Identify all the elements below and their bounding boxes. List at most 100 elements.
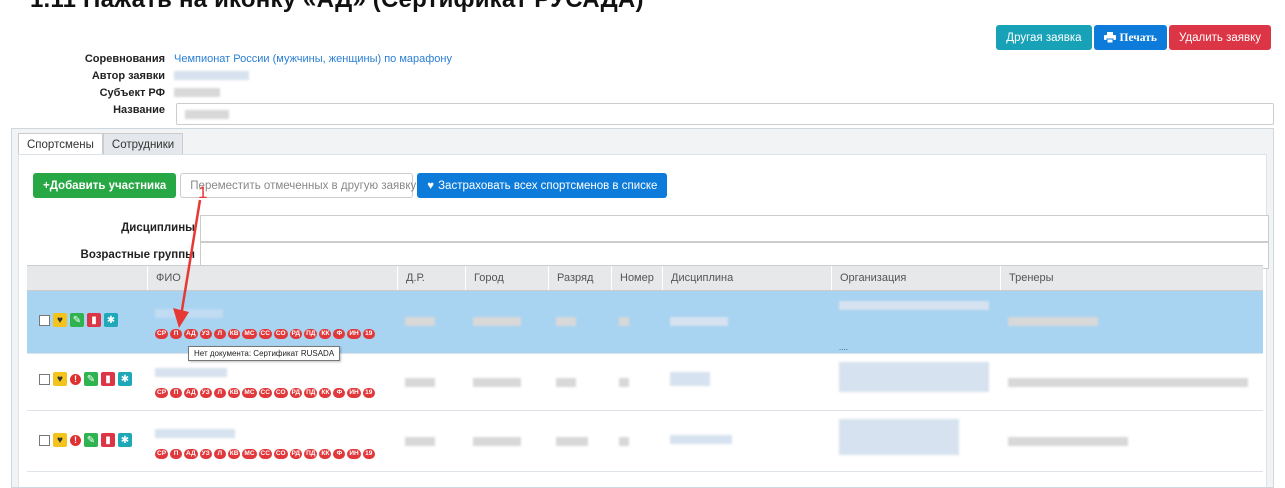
doc-badge-ad[interactable]: АД (184, 449, 198, 459)
doc-badge-19[interactable]: 19 (362, 449, 375, 459)
table-row[interactable]: ♥ ! ✎ ▮ ✱ СР П АД УЗ Л КВ МС СС СО РД ПД… (27, 354, 1263, 411)
insure-all-button[interactable]: ♥ Застраховать всех спортсменов в списке (417, 173, 668, 198)
doc-badge-l[interactable]: Л (213, 329, 226, 339)
runner-icon[interactable]: ✱ (118, 372, 132, 386)
doc-badge-19[interactable]: 19 (362, 388, 375, 398)
row-checkbox[interactable] (39, 434, 50, 446)
dob-blurred (405, 437, 435, 446)
edit-icon[interactable]: ✎ (70, 313, 84, 327)
col-discipline[interactable]: Дисциплина (662, 266, 831, 290)
athlete-name-blurred[interactable] (155, 368, 227, 377)
city-blurred (473, 317, 521, 326)
doc-badge-l[interactable]: Л (213, 388, 226, 398)
doc-badge-ms[interactable]: МС (242, 449, 257, 459)
col-number[interactable]: Номер (611, 266, 662, 290)
rank-blurred (556, 437, 588, 446)
table-row[interactable]: ♥ ! ✎ ▮ ✱ СР П АД УЗ Л КВ МС СС СО РД ПД… (27, 411, 1263, 472)
doc-badge-so[interactable]: СО (273, 329, 288, 339)
doc-badge-f[interactable]: Ф (333, 329, 346, 339)
tab-bar: Спортсмены Сотрудники (12, 133, 184, 155)
doc-badge-kk[interactable]: КК (319, 449, 332, 459)
number-blurred (619, 317, 629, 326)
move-selected-button[interactable]: Переместить отмеченных в другую заявку (180, 173, 416, 198)
document-badges: СР П АД УЗ Л КВ МС СС СО РД ПД КК Ф ИН 1… (155, 388, 389, 398)
print-button[interactable]: Печать (1093, 25, 1167, 50)
doc-badge-sr[interactable]: СР (155, 329, 169, 339)
doc-badge-so[interactable]: СО (273, 388, 288, 398)
athlete-name-blurred[interactable] (155, 429, 235, 438)
edit-icon[interactable]: ✎ (84, 433, 98, 447)
competition-link[interactable]: Чемпионат России (мужчины, женщины) по м… (174, 53, 452, 65)
doc-badge-so[interactable]: СО (273, 449, 288, 459)
doc-badge-kv[interactable]: КВ (227, 388, 241, 398)
delete-icon[interactable]: ▮ (101, 372, 115, 386)
doc-badge-ms[interactable]: МС (242, 388, 257, 398)
request-name-field[interactable] (176, 103, 1274, 125)
doc-badge-kv[interactable]: КВ (227, 449, 241, 459)
table-header: ФИО Д.Р. Город Разряд Номер Дисциплина О… (27, 265, 1263, 291)
add-participant-button[interactable]: +Добавить участника (33, 173, 177, 198)
doc-badge-ad[interactable]: АД (184, 329, 198, 339)
doc-badge-rd[interactable]: РД (289, 329, 303, 339)
competition-label: Соревнования (84, 52, 165, 65)
edit-icon[interactable]: ✎ (84, 372, 98, 386)
doc-badge-ss[interactable]: СС (258, 449, 272, 459)
doc-badge-p[interactable]: П (170, 388, 183, 398)
author-label: Автор заявки (91, 69, 165, 82)
col-rank[interactable]: Разряд (548, 266, 611, 290)
doc-badge-uz[interactable]: УЗ (199, 449, 212, 459)
runner-icon[interactable]: ✱ (118, 433, 132, 447)
doc-badge-in[interactable]: ИН (347, 329, 361, 339)
col-coaches[interactable]: Тренеры (1000, 266, 1263, 290)
doc-badge-p[interactable]: П (170, 449, 183, 459)
doc-badge-p[interactable]: П (170, 329, 183, 339)
number-blurred (619, 378, 629, 387)
insurance-icon[interactable]: ♥ (53, 372, 67, 386)
col-organization[interactable]: Организация (831, 266, 1000, 290)
runner-icon[interactable]: ✱ (104, 313, 118, 327)
doc-badge-ad[interactable]: АД (184, 388, 198, 398)
doc-badge-kk[interactable]: КК (319, 329, 332, 339)
doc-badge-kk[interactable]: КК (319, 388, 332, 398)
row-checkbox[interactable] (39, 314, 50, 326)
doc-badge-in[interactable]: ИН (347, 388, 361, 398)
doc-badge-pd[interactable]: ПД (304, 449, 318, 459)
doc-badge-ss[interactable]: СС (258, 329, 272, 339)
doc-badge-f[interactable]: Ф (333, 388, 346, 398)
doc-badge-uz[interactable]: УЗ (199, 329, 212, 339)
col-dob[interactable]: Д.Р. (397, 266, 465, 290)
insurance-icon[interactable]: ♥ (53, 433, 67, 447)
table-row[interactable]: ♥ ✎ ▮ ✱ СР П АД УЗ Л КВ МС СС СО РД ПД К… (27, 291, 1263, 354)
col-city[interactable]: Город (465, 266, 548, 290)
delete-request-button[interactable]: Удалить заявку (1168, 25, 1271, 50)
disciplines-input[interactable] (200, 214, 1269, 242)
delete-icon[interactable]: ▮ (101, 433, 115, 447)
doc-badge-pd[interactable]: ПД (304, 388, 318, 398)
doc-badge-sr[interactable]: СР (155, 449, 169, 459)
doc-badge-uz[interactable]: УЗ (199, 388, 212, 398)
doc-badge-l[interactable]: Л (213, 449, 226, 459)
other-request-button[interactable]: Другая заявка (996, 25, 1092, 50)
doc-badge-kv[interactable]: КВ (227, 329, 241, 339)
organization-note: .... (839, 343, 848, 352)
tab-athletes[interactable]: Спортсмены (18, 133, 103, 155)
doc-badge-in[interactable]: ИН (347, 449, 361, 459)
doc-badge-ss[interactable]: СС (258, 388, 272, 398)
row-checkbox[interactable] (39, 373, 50, 385)
doc-badge-rd[interactable]: РД (289, 388, 303, 398)
delete-icon[interactable]: ▮ (87, 313, 101, 327)
doc-badge-19[interactable]: 19 (362, 329, 375, 339)
warning-icon[interactable]: ! (70, 434, 81, 446)
insure-all-label: Застраховать всех спортсменов в списке (438, 179, 658, 192)
athletes-table: ФИО Д.Р. Город Разряд Номер Дисциплина О… (27, 265, 1263, 472)
doc-badge-sr[interactable]: СР (155, 388, 169, 398)
doc-badge-ms[interactable]: МС (242, 329, 257, 339)
tab-staff[interactable]: Сотрудники (102, 133, 184, 155)
doc-badge-pd[interactable]: ПД (304, 329, 318, 339)
rusada-tooltip: Нет документа: Сертификат RUSADA (188, 346, 341, 361)
doc-badge-rd[interactable]: РД (289, 449, 303, 459)
insurance-icon[interactable]: ♥ (53, 313, 67, 327)
warning-icon[interactable]: ! (70, 373, 81, 385)
author-value-blurred (174, 71, 249, 80)
doc-badge-f[interactable]: Ф (333, 449, 346, 459)
